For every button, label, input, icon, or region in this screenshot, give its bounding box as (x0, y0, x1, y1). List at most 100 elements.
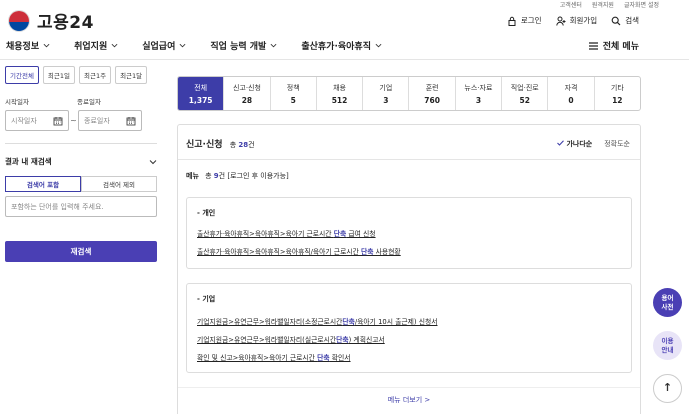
tab-training[interactable]: 훈련 760 (408, 77, 454, 110)
gnb-label: 직업 능력 개발 (210, 42, 267, 52)
research-button[interactable]: 재검색 (5, 241, 157, 262)
gnb-label: 실업급여 (142, 42, 176, 52)
highlight: 단축 (333, 230, 347, 238)
menu-prefix: 총 (205, 172, 214, 180)
exclude-keyword-button[interactable]: 검색어 제외 (81, 176, 157, 192)
util-link-remote-support[interactable]: 원격지원 (592, 0, 614, 9)
more-menu-link[interactable]: 메뉴 더보기 > (178, 395, 640, 405)
sort-options: 가나다순 정확도순 (557, 139, 630, 149)
tab-recruitment[interactable]: 채용 512 (315, 77, 362, 110)
refine-search-header[interactable]: 결과 내 재검색 (5, 156, 157, 167)
tab-report-application[interactable]: 신고·신청 28 (223, 77, 269, 110)
period-all-button[interactable]: 기간전체 (5, 66, 39, 84)
check-icon (557, 139, 564, 146)
site-header: 고용24 고객센터 원격지원 글자화면 설정 로그인 회원가입 검색 채용정보 … (0, 0, 689, 60)
util-link-customer-center[interactable]: 고객센터 (560, 0, 582, 9)
link-text: /육아기 10시 출근제) 신청서 (354, 318, 438, 326)
gnb-item-employment-support[interactable]: 취업지원 (74, 39, 118, 52)
tab-etc[interactable]: 기타 12 (593, 77, 640, 110)
start-date-input[interactable]: 시작일자 (5, 110, 69, 131)
result-link[interactable]: 기업지원금>유연근무>워라밸일자리(실근로시간단축) 계획신고서 (197, 334, 385, 344)
result-link[interactable]: 기업지원금>유연근무>워라밸일자리(소정근로시간단축/육아기 10시 출근제) … (197, 316, 437, 326)
logo-text: 고용24 (37, 13, 94, 33)
gnb-item-vocational-training[interactable]: 직업 능력 개발 (210, 39, 277, 52)
gnb-item-unemployment-benefits[interactable]: 실업급여 (142, 39, 186, 52)
chevron-down-icon (111, 43, 118, 48)
include-keyword-button[interactable]: 검색어 포함 (5, 176, 81, 192)
link-text: 출산휴가·육아휴직>육아휴직>육아기 근로시간 (197, 230, 334, 238)
tab-all[interactable]: 전체 1,375 (178, 77, 224, 110)
utility-links: 고객센터 원격지원 글자화면 설정 (560, 0, 659, 9)
calendar-icon[interactable] (126, 116, 136, 126)
refine-keyword-input[interactable]: 포함하는 단어를 입력해 주세요. (5, 196, 157, 217)
glossary-button[interactable]: 용어 사전 (653, 288, 682, 317)
menu-count: 총 9건 [로그인 후 이용가능] (205, 172, 289, 180)
gnb-item-jobs[interactable]: 채용정보 (6, 39, 50, 52)
start-date-label: 시작일자 (5, 98, 29, 106)
filter-divider (5, 143, 157, 144)
menu-label: 메뉴 (186, 172, 199, 180)
section-title-text: 신고·신청 (186, 140, 223, 150)
all-menu-button[interactable]: 전체 메뉴 (588, 39, 639, 52)
calendar-icon[interactable] (53, 116, 63, 126)
login-button[interactable]: 로그인 (507, 15, 542, 26)
usage-guide-button[interactable]: 이용 안내 (653, 331, 682, 360)
tab-news[interactable]: 뉴스·자료 3 (454, 77, 501, 110)
end-date-input[interactable]: 종료일자 (78, 110, 142, 131)
chevron-down-icon (179, 43, 186, 48)
search-button[interactable]: 검색 (611, 15, 639, 26)
usage-guide-label: 이용 안내 (661, 337, 674, 354)
date-range: 시작일자 ~ 종료일자 (5, 110, 157, 131)
link-text: 확인서 (329, 354, 351, 362)
link-text: 사용현황 (373, 248, 401, 256)
tab-policy[interactable]: 정책 5 (269, 77, 316, 110)
menu-count-line: 메뉴 총 9건 [로그인 후 이용가능] (186, 171, 289, 181)
gnb-item-parental-leave[interactable]: 출산휴가·육아휴직 (301, 39, 382, 52)
sort-alphabetical-button[interactable]: 가나다순 (557, 139, 592, 149)
period-1month-button[interactable]: 최근1달 (115, 66, 148, 84)
date-labels: 시작일자 종료일자 (5, 96, 157, 106)
sort-alphabetical-label: 가나다순 (566, 139, 593, 148)
result-link[interactable]: 출산휴가·육아휴직>육아휴직>육아휴직/육아기 근로시간 단축 사용현황 (197, 246, 401, 256)
signup-label: 회원가입 (569, 16, 598, 25)
tab-career[interactable]: 직업·진로 52 (501, 77, 547, 110)
link-text: 출산휴가·육아휴직>육아휴직>육아휴직/육아기 근로시간 (197, 248, 361, 256)
tab-count: 52 (519, 95, 530, 105)
tab-certification[interactable]: 자격 0 (547, 77, 593, 110)
filter-panel: 기간전체 최근1일 최근1주 최근1달 시작일자 종료일자 시작일자 ~ 종료일… (5, 66, 157, 262)
result-link[interactable]: 확인 및 신고>육아휴직>육아기 근로시간 단축 확인서 (197, 352, 351, 362)
more-divider (178, 387, 640, 388)
section-title: 신고·신청 총 28건 (186, 137, 255, 150)
tab-label: 전체 (194, 83, 208, 92)
period-1week-button[interactable]: 최근1주 (79, 66, 112, 84)
search-label: 검색 (625, 16, 639, 25)
group-company: - 기업 기업지원금>유연근무>워라밸일자리(소정근로시간단축/육아기 10시 … (186, 283, 632, 373)
tab-count: 3 (383, 95, 389, 105)
link-text: 급여 신청 (346, 230, 376, 238)
total-count: 28 (238, 141, 249, 149)
sort-accuracy-button[interactable]: 정확도순 (604, 139, 630, 149)
card-divider (178, 159, 640, 160)
period-1day-button[interactable]: 최근1일 (42, 66, 75, 84)
login-label: 로그인 (520, 16, 542, 25)
results-header: 신고·신청 총 28건 가나다순 정확도순 (186, 137, 630, 151)
main-navigation: 채용정보 취업지원 실업급여 직업 능력 개발 출산휴가·육아휴직 (6, 39, 406, 52)
highlight: 단축 (360, 248, 374, 256)
tab-company[interactable]: 기업 3 (362, 77, 408, 110)
start-date-placeholder: 시작일자 (11, 116, 37, 125)
tab-count: 12 (612, 95, 623, 105)
result-link[interactable]: 출산휴가·육아휴직>육아휴직>육아기 근로시간 단축 급여 신청 (197, 228, 376, 238)
tab-count: 0 (568, 95, 574, 105)
all-menu-label: 전체 메뉴 (602, 42, 639, 52)
util-link-text-settings[interactable]: 글자화면 설정 (624, 0, 659, 9)
glossary-label: 용어 사전 (661, 294, 674, 311)
site-logo[interactable]: 고용24 (8, 8, 94, 33)
tab-label: 자격 (564, 83, 578, 92)
signup-button[interactable]: 회원가입 (555, 15, 598, 26)
tab-label: 기타 (610, 83, 624, 92)
highlight: 단축 (336, 336, 349, 344)
tab-label: 기업 (379, 83, 393, 92)
scroll-top-button[interactable]: ↑ (653, 374, 682, 403)
tab-label: 훈련 (425, 83, 439, 92)
category-tabs: 전체 1,375 신고·신청 28 정책 5 채용 512 기업 3 훈련 76… (177, 76, 641, 111)
